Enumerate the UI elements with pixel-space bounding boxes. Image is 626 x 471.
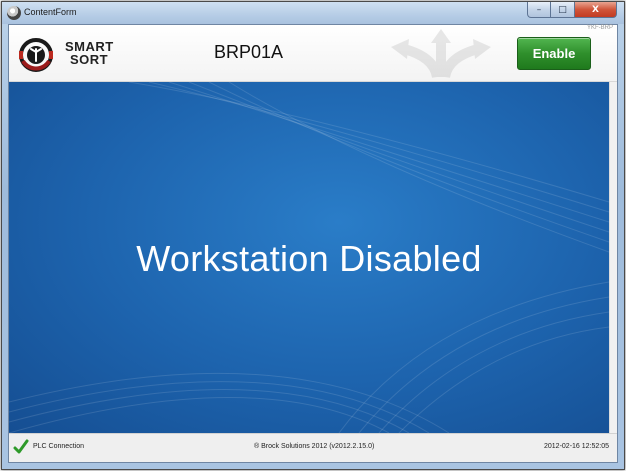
app-icon[interactable] bbox=[7, 6, 21, 20]
window-controls: – □ X bbox=[527, 2, 617, 18]
main-panel: Workstation Disabled bbox=[9, 82, 609, 433]
logo-text: SMART SORT bbox=[65, 40, 114, 66]
enable-button[interactable]: Enable bbox=[517, 37, 591, 70]
header-bar: SMART SORT BRP01A Enable YKF-BRP bbox=[9, 25, 617, 82]
smartsort-logo: SMART SORT bbox=[17, 37, 137, 73]
app-window: ContentForm – □ X SMART SORT BRP01A Enab… bbox=[1, 1, 625, 470]
plc-connection-label: PLC Connection bbox=[33, 443, 84, 450]
direction-arrows-icon bbox=[391, 29, 491, 79]
status-bar: PLC Connection ® Brock Solutions 2012 (v… bbox=[9, 433, 617, 462]
workstation-status-message: Workstation Disabled bbox=[136, 238, 482, 279]
close-button[interactable]: X bbox=[575, 2, 617, 18]
status-datetime: 2012-02-16 12:52:05 bbox=[544, 443, 609, 450]
station-name: BRP01A bbox=[214, 42, 284, 62]
smartsort-logo-icon bbox=[19, 38, 53, 72]
workstation-tag: YKF-BRP bbox=[586, 25, 613, 31]
content-form: SMART SORT BRP01A Enable YKF-BRP Worksta… bbox=[8, 24, 618, 463]
window-title: ContentForm bbox=[24, 7, 77, 17]
check-icon bbox=[13, 439, 29, 454]
copyright-text: ® Brock Solutions 2012 (v2012.2.15.0) bbox=[254, 443, 375, 450]
vertical-scrollbar[interactable] bbox=[609, 82, 617, 433]
maximize-button[interactable]: □ bbox=[551, 2, 575, 18]
minimize-button[interactable]: – bbox=[527, 2, 551, 18]
logo-line2: SORT bbox=[70, 52, 109, 67]
title-bar[interactable]: ContentForm – □ X bbox=[2, 2, 624, 24]
